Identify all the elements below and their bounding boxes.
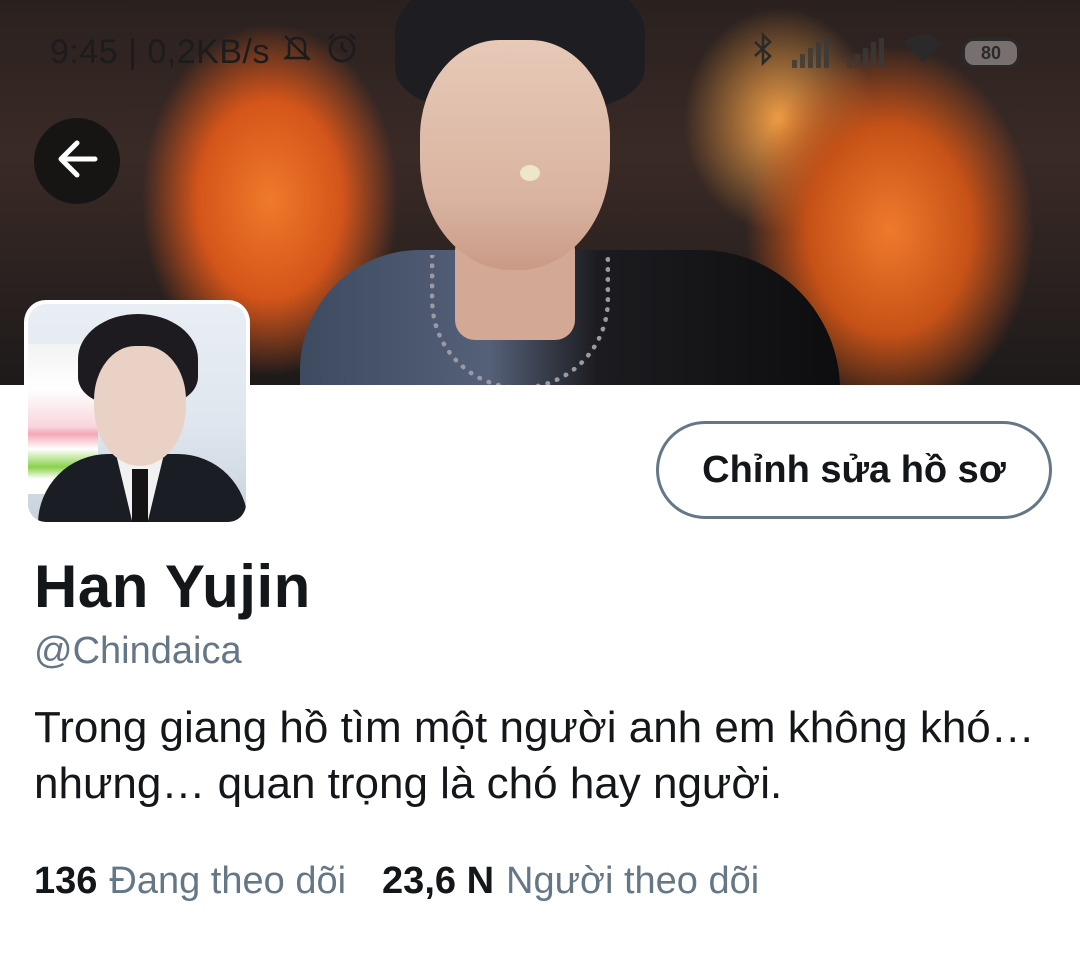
back-button[interactable] [34, 118, 120, 204]
following-stat[interactable]: 136 Đang theo dõi [34, 860, 346, 903]
signal-icon [792, 38, 829, 68]
avatar-image [28, 304, 246, 522]
status-right: 80 [752, 31, 1020, 74]
edit-profile-label: Chỉnh sửa hồ sơ [702, 448, 1006, 491]
display-name: Han Yujin [34, 553, 311, 620]
followers-count: 23,6 N [382, 860, 495, 902]
battery-level: 80 [980, 42, 1002, 63]
status-left: 9:45 | 0,2KB/s [50, 30, 360, 74]
edit-profile-button[interactable]: Chỉnh sửa hồ sơ [656, 421, 1052, 519]
mute-bell-icon [280, 31, 314, 73]
alarm-icon [324, 30, 360, 74]
status-bar: 9:45 | 0,2KB/s 80 [0, 0, 1080, 100]
bluetooth-icon [752, 31, 774, 74]
signal-icon-2 [847, 38, 884, 68]
avatar[interactable] [24, 300, 250, 526]
user-handle: @Chindaica [34, 630, 242, 672]
avatar-face [94, 346, 186, 466]
avatar-tie [132, 469, 148, 522]
following-label: Đang theo dõi [109, 860, 347, 902]
battery-icon: 80 [962, 38, 1020, 68]
profile-bio: Trong giang hồ tìm một người anh em khôn… [34, 703, 1035, 808]
arrow-left-icon [53, 135, 101, 188]
followers-stat[interactable]: 23,6 N Người theo dõi [382, 860, 759, 903]
following-count: 136 [34, 860, 98, 902]
followers-label: Người theo dõi [506, 860, 760, 902]
profile-stats: 136 Đang theo dõi 23,6 N Người theo dõi [34, 860, 795, 903]
wifi-icon [902, 33, 944, 73]
status-time-speed: 9:45 | 0,2KB/s [50, 32, 270, 71]
banner-microphone [520, 165, 540, 181]
